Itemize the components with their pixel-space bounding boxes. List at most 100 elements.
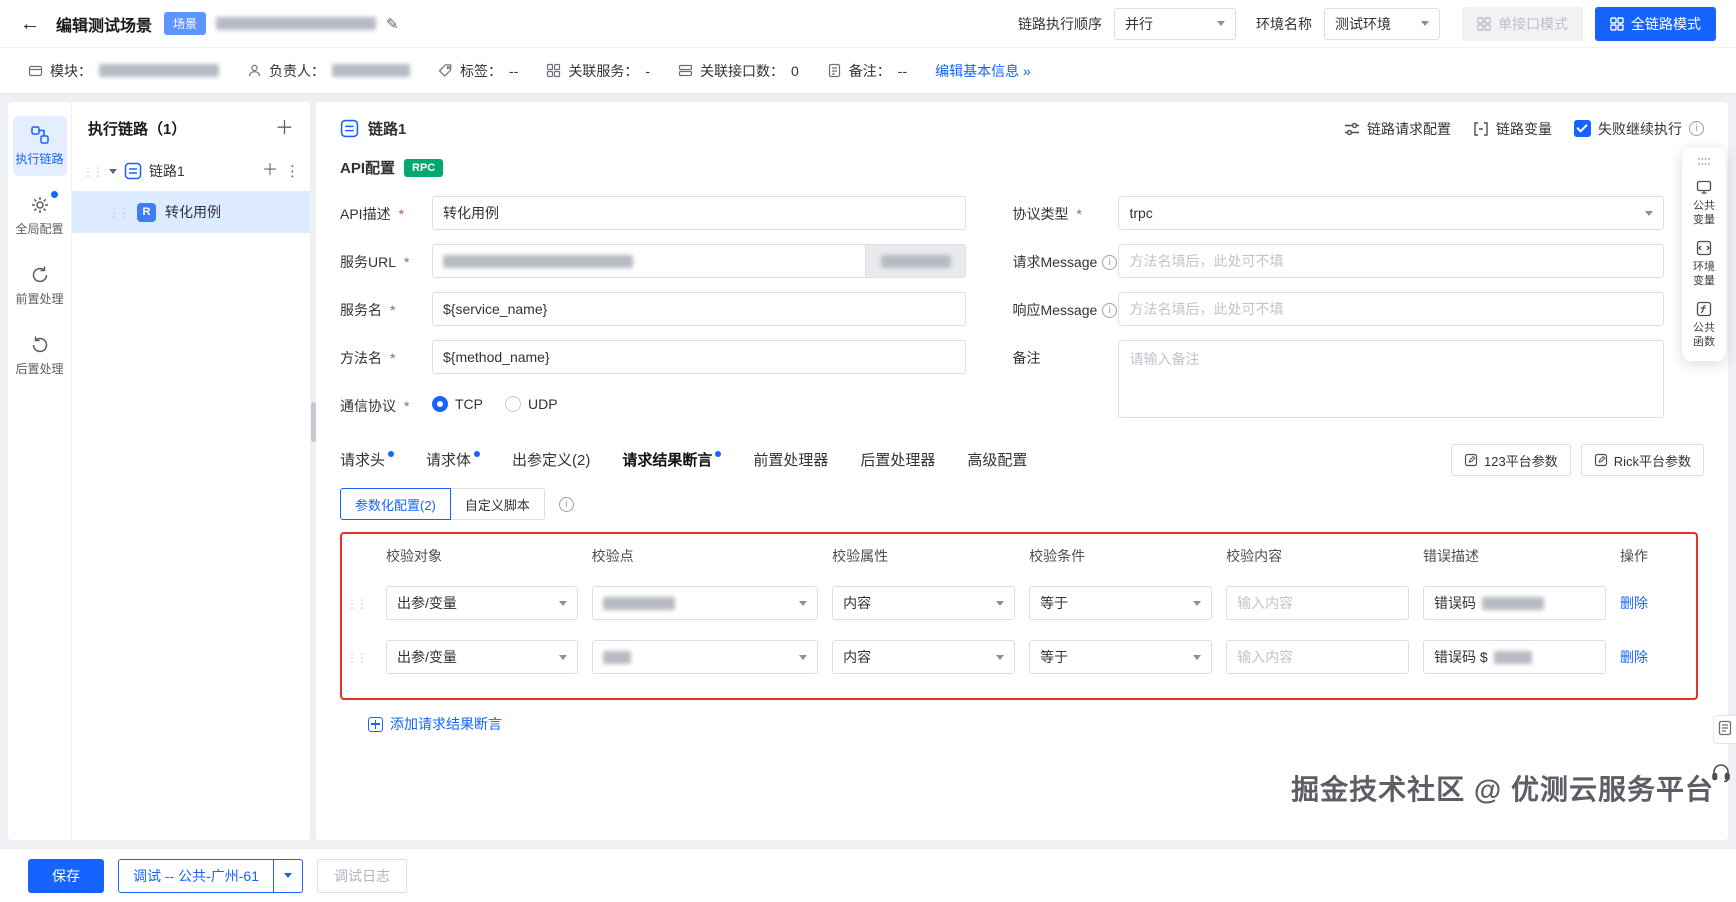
- env-name-select[interactable]: 测试环境: [1324, 7, 1440, 40]
- back-arrow-icon[interactable]: ←: [20, 14, 40, 34]
- chevron-down-icon: [1217, 21, 1225, 26]
- point-select[interactable]: [591, 586, 819, 620]
- col-header-error-desc: 错误描述: [1423, 548, 1480, 564]
- full-mode-button[interactable]: 全链路模式: [1595, 6, 1716, 41]
- info-bar: 模块： 负责人： 标签： -- 关联服务： - 关联接口数： 0 备注： --: [0, 48, 1736, 94]
- public-variables-button[interactable]: 公共 变量: [1693, 179, 1715, 227]
- exec-order-value: 并行: [1125, 15, 1153, 32]
- chain-header: 链路1 链路请求配置 链路变量 失败继续执行: [340, 118, 1704, 139]
- tab-pre-processor[interactable]: 前置处理器: [753, 449, 828, 470]
- tree-leaf-case[interactable]: R 转化用例: [72, 191, 310, 233]
- info-icon[interactable]: [1102, 254, 1118, 270]
- exec-order-select[interactable]: 并行: [1114, 7, 1236, 40]
- tcp-radio[interactable]: TCP: [432, 396, 483, 412]
- api-desc-input[interactable]: [432, 196, 967, 230]
- api-desc-label: API描述: [340, 196, 432, 224]
- log-panel-toggle[interactable]: [1713, 715, 1736, 744]
- service-name-label: 服务名: [340, 292, 432, 320]
- drag-handle-icon[interactable]: [346, 595, 372, 611]
- request-message-input[interactable]: [1118, 244, 1664, 278]
- drag-handle-icon[interactable]: [108, 204, 128, 220]
- remark-value: --: [897, 62, 908, 79]
- pre-process-icon: [32, 266, 47, 283]
- sliders-icon: [1345, 122, 1359, 135]
- drag-handle-icon[interactable]: [82, 163, 102, 179]
- remark-textarea[interactable]: [1118, 340, 1664, 418]
- assertion-table-highlight: 校验对象 校验点 校验属性 校验条件 校验内容 错误描述 操作 出参/变量 内容…: [340, 532, 1698, 700]
- service-url-row: 服务URL: [340, 244, 967, 278]
- rail-item-exec-chain[interactable]: 执行链路: [12, 116, 67, 176]
- chain-variables-button[interactable]: 链路变量: [1473, 119, 1552, 139]
- condition-select[interactable]: 等于: [1029, 586, 1213, 620]
- add-chain-icon[interactable]: ＋: [275, 119, 294, 138]
- support-headset-button[interactable]: [1710, 761, 1732, 786]
- debug-dropdown-button[interactable]: [273, 858, 303, 893]
- chevron-down-icon: [799, 600, 808, 606]
- api-config-header: API配置 RPC: [340, 157, 1704, 178]
- platform-params-123-button[interactable]: 123平台参数: [1451, 444, 1571, 476]
- rail-item-pre-process[interactable]: 前置处理: [13, 256, 67, 316]
- more-options-icon[interactable]: ⋮: [285, 162, 300, 180]
- public-variables-icon: [1696, 180, 1712, 194]
- protocol-type-select[interactable]: trpc: [1118, 196, 1664, 230]
- tags-info: 标签： --: [438, 61, 518, 81]
- continue-on-fail-checkbox[interactable]: 失败继续执行: [1574, 119, 1704, 139]
- add-node-icon[interactable]: ＋: [262, 163, 278, 179]
- target-select[interactable]: 出参/变量: [386, 586, 578, 620]
- checkbox-checked-icon[interactable]: [1574, 120, 1591, 137]
- drag-dots-icon[interactable]: [1697, 157, 1711, 166]
- drag-handle-icon[interactable]: [346, 649, 372, 665]
- tree-group-chain1[interactable]: 链路1 ＋ ⋮: [72, 151, 310, 191]
- tab-output-params[interactable]: 出参定义(2): [512, 449, 590, 470]
- point-select[interactable]: [591, 640, 819, 674]
- tab-advanced-config[interactable]: 高级配置: [967, 449, 1027, 470]
- attribute-select[interactable]: 内容: [832, 640, 1016, 674]
- target-select[interactable]: 出参/变量: [386, 640, 578, 674]
- error-desc-input[interactable]: 错误码 $: [1423, 640, 1606, 674]
- delete-row-link[interactable]: 删除: [1620, 647, 1684, 667]
- edit-basic-info-link[interactable]: 编辑基本信息 »: [935, 61, 1031, 81]
- tab-result-assertion[interactable]: 请求结果断言: [622, 449, 722, 470]
- owner-label: 负责人：: [269, 62, 325, 79]
- content-input[interactable]: [1226, 640, 1410, 674]
- response-message-input[interactable]: [1118, 292, 1664, 326]
- top-bar: ← 编辑测试场景 场景 ✎ 链路执行顺序 并行 环境名称 测试环境 单接口模式 …: [0, 0, 1736, 48]
- rail-item-post-process[interactable]: 后置处理: [13, 326, 67, 386]
- error-desc-input[interactable]: 错误码: [1423, 586, 1606, 620]
- public-functions-button[interactable]: 公共 函数: [1693, 301, 1715, 349]
- response-message-label: 响应Message: [1012, 292, 1118, 320]
- env-variables-button[interactable]: 环境 变量: [1693, 240, 1715, 288]
- tab-request-header[interactable]: 请求头: [340, 449, 395, 470]
- single-mode-button[interactable]: 单接口模式: [1462, 6, 1583, 41]
- tab-post-processor[interactable]: 后置处理器: [860, 449, 935, 470]
- add-assertion-button[interactable]: 添加请求结果断言: [368, 714, 502, 734]
- notification-dot: [50, 191, 58, 198]
- info-icon[interactable]: [1689, 121, 1704, 136]
- rail-item-global-config[interactable]: 全局配置: [13, 186, 67, 246]
- tab-request-body[interactable]: 请求体: [426, 449, 481, 470]
- radio-checked-icon: [432, 396, 448, 412]
- subtab-custom-script[interactable]: 自定义脚本: [449, 488, 545, 520]
- attribute-select[interactable]: 内容: [832, 586, 1016, 620]
- subtab-param-config[interactable]: 参数化配置(2): [340, 488, 451, 520]
- info-icon[interactable]: [558, 496, 574, 512]
- platform-params-rick-button[interactable]: Rick平台参数: [1580, 444, 1704, 476]
- method-name-input[interactable]: [432, 340, 967, 374]
- col-header-content: 校验内容: [1226, 548, 1283, 564]
- udp-radio[interactable]: UDP: [505, 396, 558, 412]
- edit-pencil-icon[interactable]: ✎: [386, 15, 399, 33]
- save-button[interactable]: 保存: [28, 858, 104, 893]
- collapse-caret-icon[interactable]: [109, 168, 117, 174]
- debug-log-button[interactable]: 调试日志: [317, 858, 407, 893]
- content-input[interactable]: [1226, 586, 1410, 620]
- remark-field-label: 备注: [1012, 350, 1041, 366]
- tab-label: 后置处理器: [860, 452, 936, 469]
- panel-resize-handle[interactable]: [311, 402, 316, 442]
- service-url-input[interactable]: [432, 244, 967, 278]
- service-name-input[interactable]: [432, 292, 967, 326]
- info-icon[interactable]: [1102, 302, 1118, 318]
- debug-button[interactable]: 调试 -- 公共-广州-61: [118, 858, 274, 893]
- delete-row-link[interactable]: 删除: [1620, 593, 1684, 613]
- chain-request-config-button[interactable]: 链路请求配置: [1344, 119, 1451, 139]
- condition-select[interactable]: 等于: [1029, 640, 1213, 674]
